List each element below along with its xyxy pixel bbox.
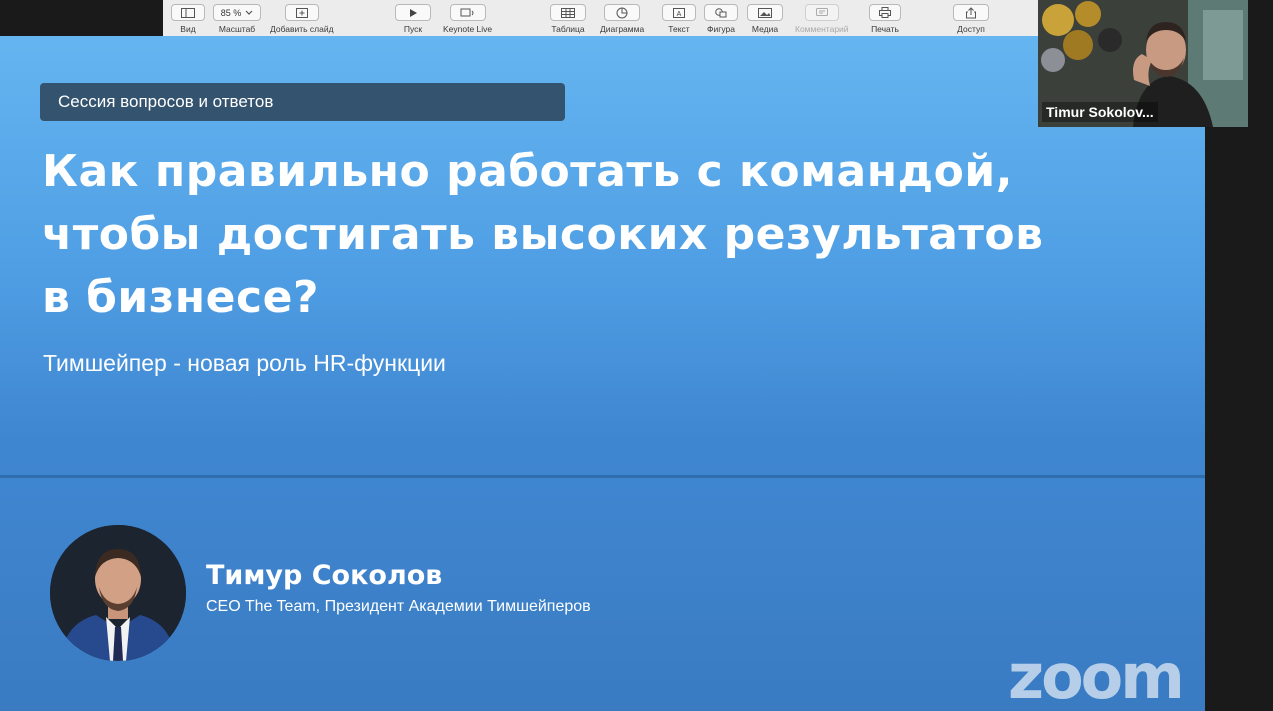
- keynote-toolbar: Вид 85 % Масштаб Добавить слайд Пуск Key…: [163, 0, 1038, 41]
- comment-icon: [815, 7, 828, 16]
- slide-title-line: чтобы достигать высоких результатов: [42, 209, 1044, 260]
- keynote-live-label: Keynote Live: [443, 24, 493, 34]
- text-button[interactable]: A Текст: [662, 4, 696, 34]
- participant-video[interactable]: Timur Sokolov...: [1038, 0, 1248, 127]
- add-slide-label: Добавить слайд: [270, 24, 334, 34]
- speaker-photo: [50, 525, 186, 661]
- add-slide-button[interactable]: Добавить слайд: [270, 4, 334, 34]
- print-label: Печать: [871, 24, 899, 34]
- table-label: Таблица: [551, 24, 585, 34]
- slide-subtitle: Тимшейпер - новая роль HR-функции: [43, 350, 446, 376]
- zoom-logo: zoom: [1008, 648, 1185, 706]
- chart-label: Диаграмма: [600, 24, 645, 34]
- media-label: Медиа: [751, 24, 779, 34]
- slide-title-line: Как правильно работать с командой,: [42, 146, 1013, 197]
- comment-label: Комментарий: [795, 24, 849, 34]
- zoom-select[interactable]: 85 % Масштаб: [213, 4, 261, 34]
- keynote-live-button[interactable]: Keynote Live: [443, 4, 492, 34]
- qa-session-label: Сессия вопросов и ответов: [58, 92, 274, 111]
- play-label: Пуск: [403, 24, 423, 34]
- media-button[interactable]: Медиа: [747, 4, 783, 34]
- chevron-down-icon: [245, 10, 253, 15]
- comment-button[interactable]: Комментарий: [795, 4, 849, 34]
- slide-title: Как правильно работать с командой, чтобы…: [42, 140, 1182, 329]
- zoom-value: 85 %: [220, 7, 242, 18]
- qa-session-badge: Сессия вопросов и ответов: [40, 83, 565, 121]
- speaker-avatar: [50, 525, 186, 661]
- shape-icon: [715, 7, 727, 17]
- play-button[interactable]: Пуск: [395, 4, 431, 34]
- speaker-role: CEO The Team, Президент Академии Тимшейп…: [206, 598, 591, 615]
- zoom-label: Масштаб: [218, 24, 256, 34]
- share-icon: [966, 6, 976, 18]
- table-icon: [561, 7, 575, 18]
- text-box-icon: A: [673, 7, 685, 18]
- sidebar-icon: [181, 7, 195, 18]
- share-label: Доступ: [957, 24, 985, 34]
- media-icon: [758, 7, 772, 18]
- zoom-logo-text: zoom: [1008, 648, 1182, 706]
- slide-divider: [0, 475, 1205, 478]
- view-button[interactable]: Вид: [171, 4, 205, 34]
- share-button[interactable]: Доступ: [953, 4, 989, 34]
- text-label: Текст: [668, 24, 690, 34]
- participant-name: Timur Sokolov...: [1042, 102, 1158, 122]
- print-button[interactable]: Печать: [869, 4, 901, 34]
- plus-icon: [295, 7, 308, 18]
- table-button[interactable]: Таблица: [550, 4, 586, 34]
- print-icon: [879, 7, 891, 18]
- shape-label: Фигура: [707, 24, 735, 34]
- presentation-slide: Сессия вопросов и ответов Как правильно …: [0, 36, 1205, 711]
- speaker-name: Тимур Соколов: [206, 560, 443, 591]
- chart-button[interactable]: Диаграмма: [600, 4, 644, 34]
- play-icon: [410, 8, 417, 17]
- chart-icon: [616, 7, 628, 18]
- svg-text:A: A: [677, 11, 682, 18]
- view-label: Вид: [180, 24, 196, 34]
- screen-edge: [0, 0, 163, 36]
- slide-title-line: в бизнесе?: [42, 272, 319, 323]
- keynote-live-icon: [460, 8, 474, 16]
- shape-button[interactable]: Фигура: [704, 4, 738, 34]
